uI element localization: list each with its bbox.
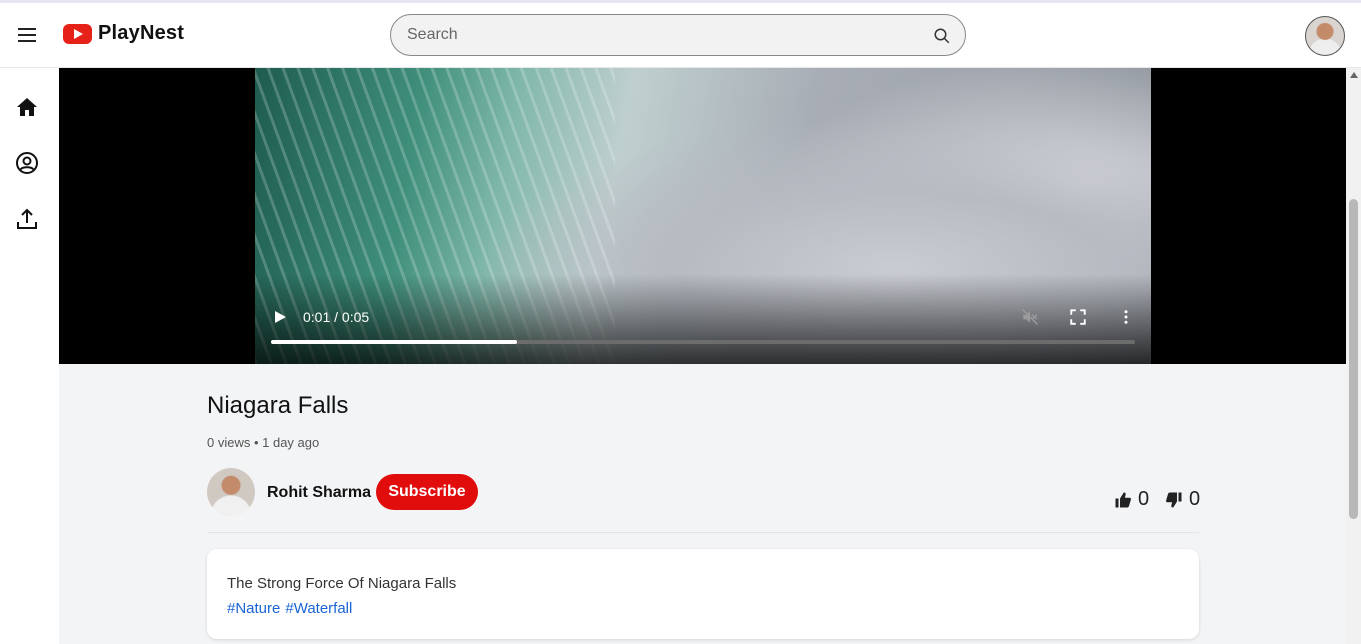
search-bar	[390, 14, 966, 56]
fullscreen-icon[interactable]	[1069, 308, 1087, 326]
upload-icon[interactable]	[15, 207, 39, 231]
mute-icon[interactable]	[1021, 308, 1039, 326]
thumbs-down-icon	[1166, 492, 1182, 507]
like-count: 0	[1138, 488, 1150, 510]
tag-nature[interactable]: #Nature	[227, 600, 280, 617]
home-icon[interactable]	[15, 95, 39, 119]
divider	[207, 532, 1199, 533]
progress-fill	[271, 340, 518, 344]
tag-list: #Nature #Waterfall	[227, 600, 352, 617]
progress-bar[interactable]	[271, 340, 1135, 344]
video-meta: 0 views • 1 day ago	[207, 435, 320, 450]
scroll-up-arrow-icon[interactable]	[1350, 72, 1358, 78]
controls-gradient	[255, 274, 1151, 364]
video-player[interactable]: 0:01 / 0:05	[255, 68, 1151, 364]
video-player-area: 0:01 / 0:05	[59, 68, 1346, 364]
search-icon[interactable]	[933, 27, 951, 45]
dislike-count: 0	[1189, 488, 1201, 510]
app-name: PlayNest	[98, 22, 185, 44]
search-input[interactable]	[407, 15, 917, 55]
user-avatar[interactable]	[1305, 16, 1345, 56]
like-button[interactable]: 0	[1114, 488, 1149, 511]
scrollbar[interactable]	[1346, 68, 1361, 644]
subscribe-button[interactable]: Subscribe	[376, 474, 478, 510]
profile-icon[interactable]	[15, 151, 39, 175]
menu-icon[interactable]	[18, 25, 40, 45]
description-card: The Strong Force Of Niagara Falls #Natur…	[207, 549, 1199, 639]
playnest-logo-icon	[63, 23, 92, 44]
description-text: The Strong Force Of Niagara Falls	[227, 575, 457, 592]
brand-link[interactable]: PlayNest	[63, 22, 184, 45]
top-header: PlayNest	[0, 0, 1361, 68]
channel-name[interactable]: Rohit Sharma	[267, 484, 371, 502]
time-display: 0:01 / 0:05	[303, 309, 370, 325]
thumbs-up-icon	[1115, 492, 1131, 507]
sidebar	[0, 68, 59, 644]
tag-waterfall[interactable]: #Waterfall	[285, 600, 352, 617]
scroll-thumb[interactable]	[1349, 199, 1358, 519]
channel-avatar[interactable]	[207, 468, 255, 516]
dislike-button[interactable]: 0	[1165, 488, 1200, 511]
video-title: Niagara Falls	[207, 392, 349, 419]
more-options-icon[interactable]	[1117, 308, 1135, 326]
play-icon[interactable]	[275, 309, 289, 325]
